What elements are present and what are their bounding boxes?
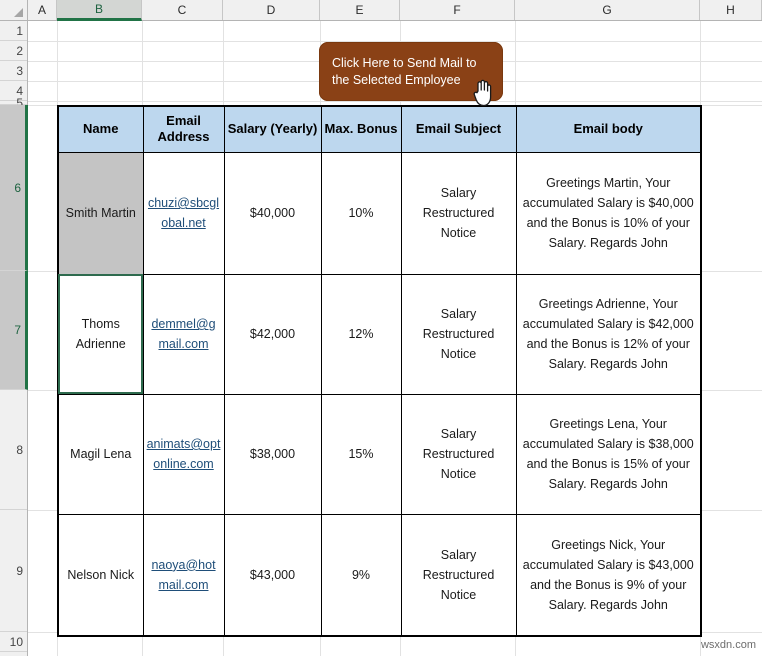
row-header-1[interactable]: 1 [0, 21, 27, 41]
table-body: Smith Martin chuzi@sbcglobal.net $40,000 10… [57, 151, 702, 637]
employee-table: Name Email Address Salary (Yearly) Max. … [57, 105, 702, 637]
column-header-e[interactable]: E [320, 0, 400, 20]
email-hyperlink[interactable]: demmel@gmail.com [151, 317, 215, 351]
grid-line-horizontal [28, 101, 762, 102]
row-header-8[interactable]: 8 [0, 390, 27, 510]
send-mail-button[interactable]: Click Here to Send Mail to the Selected … [319, 42, 503, 101]
column-header-bonus: Max. Bonus [320, 105, 402, 153]
column-header-email: Email Address [142, 105, 225, 153]
cell-salary[interactable]: $40,000 [223, 151, 322, 275]
table-row: Thoms Adrienne demmel@gmail.com $42,000 12%… [57, 273, 702, 395]
row-header-6[interactable]: 6 [0, 105, 28, 271]
column-header-subject: Email Subject [400, 105, 517, 153]
cell-name[interactable]: Smith Martin [57, 151, 144, 275]
watermark-text: wsxdn.com [700, 639, 756, 651]
cell-salary[interactable]: $43,000 [223, 513, 322, 637]
column-header-d[interactable]: D [223, 0, 320, 20]
cell-email-body[interactable]: Greetings Lena, Your accumulated Salary … [515, 393, 702, 515]
cell-max-bonus[interactable]: 9% [320, 513, 402, 637]
row-header-strip: 1 2 3 4 5 6 7 8 9 10 [0, 21, 28, 656]
cell-max-bonus[interactable]: 12% [320, 273, 402, 395]
cell-name[interactable]: Magil Lena [57, 393, 144, 515]
select-all-corner-button[interactable] [0, 0, 28, 21]
cell-email-body[interactable]: Greetings Nick, Your accumulated Salary … [515, 513, 702, 637]
cell-salary[interactable]: $42,000 [223, 273, 322, 395]
column-header-strip: ABCDEFGH [0, 0, 762, 21]
select-all-triangle-icon [14, 8, 23, 17]
column-header-c[interactable]: C [142, 0, 223, 20]
cell-email-address[interactable]: chuzi@sbcglobal.net [142, 151, 225, 275]
column-header-salary: Salary (Yearly) [223, 105, 322, 153]
cell-name[interactable]: Nelson Nick [57, 513, 144, 637]
email-hyperlink[interactable]: chuzi@sbcglobal.net [148, 196, 219, 230]
row-header-7[interactable]: 7 [0, 271, 28, 390]
email-hyperlink[interactable]: animats@optonline.com [147, 437, 221, 471]
column-header-h[interactable]: H [700, 0, 762, 20]
table-row: Nelson Nick naoya@hotmail.com $43,000 9% Sal… [57, 513, 702, 637]
column-header-name: Name [57, 105, 144, 153]
send-mail-button-label: Click Here to Send Mail to the Selected … [332, 55, 477, 87]
cell-email-address[interactable]: animats@optonline.com [142, 393, 225, 515]
email-hyperlink[interactable]: naoya@hotmail.com [151, 558, 215, 592]
cell-name[interactable]: Thoms Adrienne [57, 273, 144, 395]
cell-email-body[interactable]: Greetings Adrienne, Your accumulated Sal… [515, 273, 702, 395]
row-header-2[interactable]: 2 [0, 41, 27, 61]
cell-email-subject[interactable]: Salary Restructured Notice [400, 393, 517, 515]
table-row: Magil Lena animats@optonline.com $38,000 15… [57, 393, 702, 515]
spreadsheet-canvas: ABCDEFGH 1 2 3 4 5 6 7 8 9 10 Name Email Address … [0, 0, 762, 656]
cell-email-subject[interactable]: Salary Restructured Notice [400, 513, 517, 637]
row-header-10[interactable]: 10 [0, 632, 27, 652]
column-header-body: Email body [515, 105, 702, 153]
cell-max-bonus[interactable]: 15% [320, 393, 402, 515]
column-header-b[interactable]: B [57, 0, 142, 21]
cell-max-bonus[interactable]: 10% [320, 151, 402, 275]
cell-email-subject[interactable]: Salary Restructured Notice [400, 151, 517, 275]
cell-email-body[interactable]: Greetings Martin, Your accumulated Salar… [515, 151, 702, 275]
cell-salary[interactable]: $38,000 [223, 393, 322, 515]
cell-email-address[interactable]: demmel@gmail.com [142, 273, 225, 395]
row-header-3[interactable]: 3 [0, 61, 27, 81]
row-header-9[interactable]: 9 [0, 510, 27, 632]
table-row: Smith Martin chuzi@sbcglobal.net $40,000 10… [57, 151, 702, 275]
column-header-g[interactable]: G [515, 0, 700, 20]
column-header-a[interactable]: A [28, 0, 57, 20]
cell-email-subject[interactable]: Salary Restructured Notice [400, 273, 517, 395]
table-header-row: Name Email Address Salary (Yearly) Max. … [57, 105, 702, 153]
column-header-f[interactable]: F [400, 0, 515, 20]
cell-email-address[interactable]: naoya@hotmail.com [142, 513, 225, 637]
